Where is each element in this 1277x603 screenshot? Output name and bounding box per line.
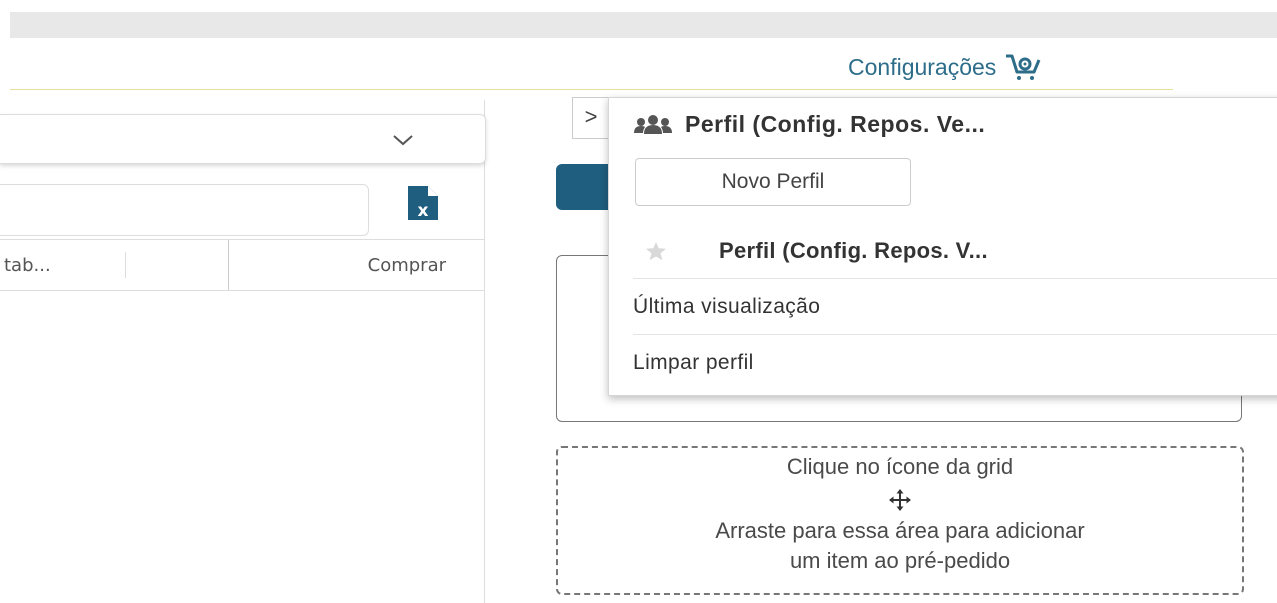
column-header-comprar[interactable]: Comprar bbox=[368, 255, 446, 276]
configuracoes-label: Configurações bbox=[848, 53, 997, 80]
column-divider bbox=[125, 252, 126, 278]
primary-button[interactable] bbox=[556, 164, 616, 210]
configuracoes-link[interactable]: Configurações bbox=[848, 52, 1042, 82]
header-divider bbox=[10, 89, 1173, 90]
drop-zone-text-line3: um item ao pré-pedido bbox=[789, 548, 1011, 573]
chevron-down-icon bbox=[393, 135, 413, 146]
users-icon bbox=[634, 114, 672, 134]
svg-text:x: x bbox=[418, 201, 429, 220]
profile-menu: Perfil (Config. Repos. Ve... Novo Perfil… bbox=[608, 97, 1277, 396]
menu-item-clear-profile[interactable]: Limpar perfil bbox=[633, 336, 1277, 390]
menu-item-last-view[interactable]: Última visualização bbox=[633, 280, 1277, 335]
left-panel bbox=[0, 100, 485, 603]
move-icon bbox=[558, 482, 1242, 516]
profile-menu-toggle[interactable]: > bbox=[572, 97, 609, 139]
menu-item-label: Última visualização bbox=[633, 295, 821, 318]
drop-zone-text-line2: Arraste para essa área para adicionar bbox=[715, 518, 1085, 543]
excel-icon[interactable]: x bbox=[404, 186, 440, 220]
profile-menu-title: Perfil (Config. Repos. Ve... bbox=[633, 111, 985, 138]
menu-item-label: Limpar perfil bbox=[633, 351, 754, 374]
star-icon[interactable] bbox=[645, 241, 667, 261]
drop-zone-instruction: Clique no ícone da grid bbox=[786, 454, 1014, 479]
basket-settings-icon bbox=[1006, 54, 1041, 80]
saved-profile-item[interactable]: Perfil (Config. Repos. V... bbox=[633, 224, 1277, 279]
profile-title-text: Perfil (Config. Repos. Ve... bbox=[685, 111, 986, 137]
saved-profile-name: Perfil (Config. Repos. V... bbox=[719, 238, 988, 263]
column-header-tab[interactable]: tab... bbox=[4, 255, 51, 276]
filter-input[interactable] bbox=[0, 184, 369, 236]
column-divider bbox=[228, 240, 229, 290]
new-profile-button[interactable]: Novo Perfil bbox=[635, 158, 911, 206]
top-bar bbox=[10, 12, 1277, 38]
drop-zone[interactable]: Clique no ícone da grid Arraste para ess… bbox=[556, 446, 1244, 595]
grid-select-dropdown[interactable] bbox=[0, 114, 486, 164]
grid-header: tab... Comprar bbox=[0, 239, 484, 291]
